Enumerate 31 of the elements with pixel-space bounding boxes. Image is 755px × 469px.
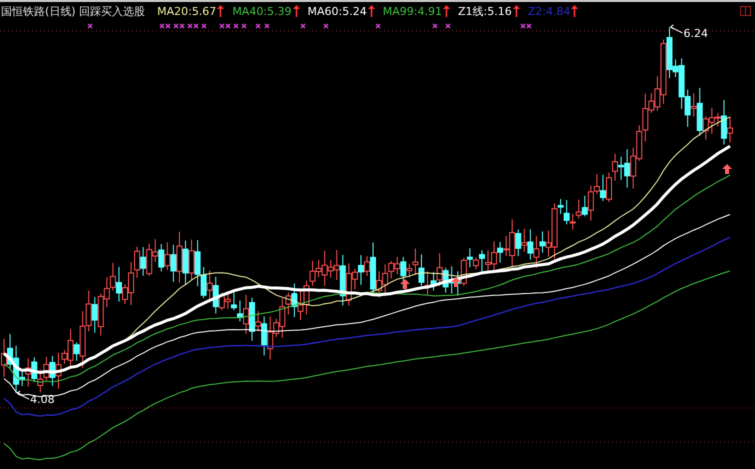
cross-mark-icon [241,23,247,29]
indicator-label: MA60:5.24 [308,4,367,18]
cross-mark-icon [432,23,438,29]
price-leader-line [670,24,683,34]
up-arrow-icon [292,5,300,17]
cross-mark-icon [300,23,306,29]
indicator-label: MA40:5.39 [232,4,292,18]
price-leader-line [16,390,30,400]
buy-arrow-icon [722,164,732,174]
cross-mark-icon [323,23,329,29]
up-arrow-icon [217,5,224,17]
cross-mark-icon [264,23,270,29]
up-arrow-icon [512,5,520,17]
cross-mark-icon [445,23,451,29]
indicator-label: MA20:5.67 [157,4,216,18]
cross-mark-icon [375,23,381,29]
cross-mark-icon [201,23,207,29]
indicator-label: Z2:4.84 [528,4,570,18]
cross-mark-icon [255,23,261,29]
buy-arrow-icon [451,277,461,287]
panel-toggle-icon[interactable] [740,6,751,16]
up-arrow-icon [368,5,375,17]
up-arrow-icon [571,5,578,17]
cross-mark-icon [233,23,239,29]
indicator-label: MA99:4.91 [382,4,442,18]
price-label: 6.24 [684,26,708,40]
indicator-label: Z1线:5.16 [458,4,512,18]
buy-arrow-icon [400,279,410,289]
chart-title: 国恒铁路(日线) 回踩买入选股 [1,4,146,18]
up-arrow-icon [442,5,450,17]
cross-mark-icon [87,23,93,29]
